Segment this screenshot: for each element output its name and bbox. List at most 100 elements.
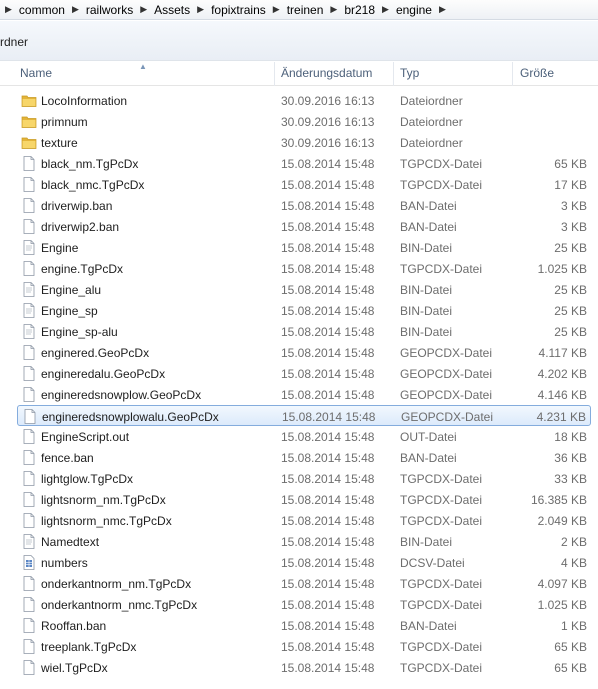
breadcrumb-item[interactable]: Assets bbox=[152, 3, 192, 17]
breadcrumb-arrow-icon[interactable]: ▶ bbox=[135, 4, 152, 15]
file-type: TGPCDX-Datei bbox=[400, 661, 483, 675]
file-name: engineredsnowplowalu.GeoPcDx bbox=[42, 410, 219, 424]
file-row[interactable]: Engine 15.08.2014 15:48 BIN-Datei 25 KB bbox=[17, 237, 591, 258]
column-divider[interactable] bbox=[512, 62, 513, 86]
file-type: DCSV-Datei bbox=[400, 556, 465, 570]
file-size: 1.025 KB bbox=[537, 598, 587, 612]
file-date: 15.08.2014 15:48 bbox=[281, 514, 375, 528]
file-type: TGPCDX-Datei bbox=[400, 493, 483, 507]
file-type: TGPCDX-Datei bbox=[400, 514, 483, 528]
folder-row[interactable]: primnum 30.09.2016 16:13 Dateiordner bbox=[17, 111, 591, 132]
column-header-type[interactable]: Typ bbox=[400, 66, 419, 80]
breadcrumb-arrow-icon[interactable]: ▶ bbox=[377, 4, 394, 15]
breadcrumb-item[interactable]: fopixtrains bbox=[209, 3, 268, 17]
file-date: 15.08.2014 15:48 bbox=[281, 367, 375, 381]
document-icon bbox=[23, 534, 35, 549]
file-row[interactable]: Engine_sp-alu 15.08.2014 15:48 BIN-Datei 25… bbox=[17, 321, 591, 342]
breadcrumb-item[interactable]: engine bbox=[394, 3, 434, 17]
file-row[interactable]: black_nm.TgPcDx 15.08.2014 15:48 TGPCDX-Da… bbox=[17, 153, 591, 174]
file-type: BAN-Datei bbox=[400, 220, 457, 234]
breadcrumb-item[interactable]: railworks bbox=[84, 3, 135, 17]
file-name: black_nm.TgPcDx bbox=[41, 157, 139, 171]
file-row[interactable]: onderkantnorm_nmc.TgPcDx 15.08.2014 15:48… bbox=[17, 594, 591, 615]
file-date: 15.08.2014 15:48 bbox=[281, 325, 375, 339]
file-date: 15.08.2014 15:48 bbox=[281, 241, 375, 255]
file-name: engine.TgPcDx bbox=[41, 262, 124, 276]
document-icon bbox=[23, 282, 35, 297]
column-divider[interactable] bbox=[393, 62, 394, 86]
file-date: 15.08.2014 15:48 bbox=[281, 388, 375, 402]
file-row[interactable]: numbers 15.08.2014 15:48 DCSV-Datei 4 KB bbox=[17, 552, 591, 573]
breadcrumb: ▶ common ▶ railworks ▶ Assets ▶ fopixtrains ▶ tre… bbox=[0, 0, 598, 20]
column-header-date[interactable]: Änderungsdatum bbox=[281, 66, 372, 80]
file-row-selected[interactable]: engineredsnowplowalu.GeoPcDx 15.08.2014 1… bbox=[17, 405, 591, 426]
breadcrumb-arrow-icon[interactable]: ▶ bbox=[0, 4, 17, 15]
breadcrumb-arrow-icon[interactable]: ▶ bbox=[268, 4, 285, 15]
breadcrumb-item[interactable]: common bbox=[17, 3, 67, 17]
file-type: TGPCDX-Datei bbox=[400, 472, 483, 486]
file-row[interactable]: treeplank.TgPcDx 15.08.2014 15:48 TGPCDX-D… bbox=[17, 636, 591, 657]
file-date: 15.08.2014 15:48 bbox=[281, 451, 375, 465]
file-name: driverwip.ban bbox=[41, 199, 113, 213]
file-row[interactable]: engineredalu.GeoPcDx 15.08.2014 15:48 GEOP… bbox=[17, 363, 591, 384]
file-name: primnum bbox=[41, 115, 88, 129]
file-type: BIN-Datei bbox=[400, 535, 453, 549]
file-icon bbox=[24, 409, 36, 424]
column-header-size[interactable]: Größe bbox=[520, 66, 554, 80]
breadcrumb-item[interactable]: treinen bbox=[285, 3, 326, 17]
file-row[interactable]: Rooffan.ban 15.08.2014 15:48 BAN-Datei 1 KB bbox=[17, 615, 591, 636]
column-divider[interactable] bbox=[274, 62, 275, 86]
file-row[interactable]: engine.TgPcDx 15.08.2014 15:48 TGPCDX-Date… bbox=[17, 258, 591, 279]
file-name: engineredalu.GeoPcDx bbox=[41, 367, 166, 381]
file-icon bbox=[23, 156, 35, 171]
file-name: Engine bbox=[41, 241, 79, 255]
breadcrumb-arrow-icon[interactable]: ▶ bbox=[67, 4, 84, 15]
file-name: black_nmc.TgPcDx bbox=[41, 178, 145, 192]
file-name: driverwip2.ban bbox=[41, 220, 120, 234]
breadcrumb-arrow-icon[interactable]: ▶ bbox=[325, 4, 342, 15]
file-date: 15.08.2014 15:48 bbox=[281, 283, 375, 297]
file-row[interactable]: fence.ban 15.08.2014 15:48 BAN-Datei 36 KB bbox=[17, 447, 591, 468]
file-date: 15.08.2014 15:48 bbox=[281, 157, 375, 171]
file-name: treeplank.TgPcDx bbox=[41, 640, 137, 654]
file-type: Dateiordner bbox=[400, 136, 463, 150]
file-row[interactable]: enginered.GeoPcDx 15.08.2014 15:48 GEOPCDX… bbox=[17, 342, 591, 363]
file-date: 15.08.2014 15:48 bbox=[281, 493, 375, 507]
file-size: 25 KB bbox=[554, 283, 587, 297]
file-row[interactable]: lightsnorm_nm.TgPcDx 15.08.2014 15:48 TGPC… bbox=[17, 489, 591, 510]
document-icon bbox=[23, 240, 35, 255]
breadcrumb-arrow-icon[interactable]: ▶ bbox=[192, 4, 209, 15]
file-type: TGPCDX-Datei bbox=[400, 640, 483, 654]
table-file-icon bbox=[23, 555, 35, 570]
file-row[interactable]: driverwip.ban 15.08.2014 15:48 BAN-Datei 3 … bbox=[17, 195, 591, 216]
file-row[interactable]: Engine_alu 15.08.2014 15:48 BIN-Datei 25 KB bbox=[17, 279, 591, 300]
toolbar-organize-label[interactable]: rdner bbox=[0, 35, 28, 49]
file-icon bbox=[23, 639, 35, 654]
file-date: 30.09.2016 16:13 bbox=[281, 136, 375, 150]
file-size: 3 KB bbox=[560, 199, 587, 213]
file-row[interactable]: lightglow.TgPcDx 15.08.2014 15:48 TGPCDX-D… bbox=[17, 468, 591, 489]
file-row[interactable]: lightsnorm_nmc.TgPcDx 15.08.2014 15:48 TGP… bbox=[17, 510, 591, 531]
file-row[interactable]: driverwip2.ban 15.08.2014 15:48 BAN-Datei 3… bbox=[17, 216, 591, 237]
file-type: Dateiordner bbox=[400, 94, 463, 108]
file-date: 15.08.2014 15:48 bbox=[281, 577, 375, 591]
file-row[interactable]: wiel.TgPcDx 15.08.2014 15:48 TGPCDX-Datei 6… bbox=[17, 657, 591, 678]
file-type: TGPCDX-Datei bbox=[400, 157, 483, 171]
file-size: 2.049 KB bbox=[537, 514, 587, 528]
file-size: 17 KB bbox=[554, 178, 587, 192]
file-icon bbox=[23, 366, 35, 381]
folder-row[interactable]: LocoInformation 30.09.2016 16:13 Dateiordn… bbox=[17, 90, 591, 111]
file-date: 15.08.2014 15:48 bbox=[281, 430, 375, 444]
breadcrumb-item[interactable]: br218 bbox=[342, 3, 377, 17]
file-type: BAN-Datei bbox=[400, 451, 457, 465]
breadcrumb-arrow-icon[interactable]: ▶ bbox=[434, 4, 451, 15]
file-row[interactable]: EngineScript.out 15.08.2014 15:48 OUT-Date… bbox=[17, 426, 591, 447]
column-header-name[interactable]: Name bbox=[20, 66, 52, 80]
file-row[interactable]: black_nmc.TgPcDx 15.08.2014 15:48 TGPCDX-D… bbox=[17, 174, 591, 195]
file-row[interactable]: onderkantnorm_nm.TgPcDx 15.08.2014 15:48 T… bbox=[17, 573, 591, 594]
folder-row[interactable]: texture 30.09.2016 16:13 Dateiordner bbox=[17, 132, 591, 153]
file-type: OUT-Datei bbox=[400, 430, 457, 444]
file-row[interactable]: Engine_sp 15.08.2014 15:48 BIN-Datei 25 KB bbox=[17, 300, 591, 321]
file-row[interactable]: engineredsnowplow.GeoPcDx 15.08.2014 15:4… bbox=[17, 384, 591, 405]
file-row[interactable]: Namedtext 15.08.2014 15:48 BIN-Datei 2 KB bbox=[17, 531, 591, 552]
